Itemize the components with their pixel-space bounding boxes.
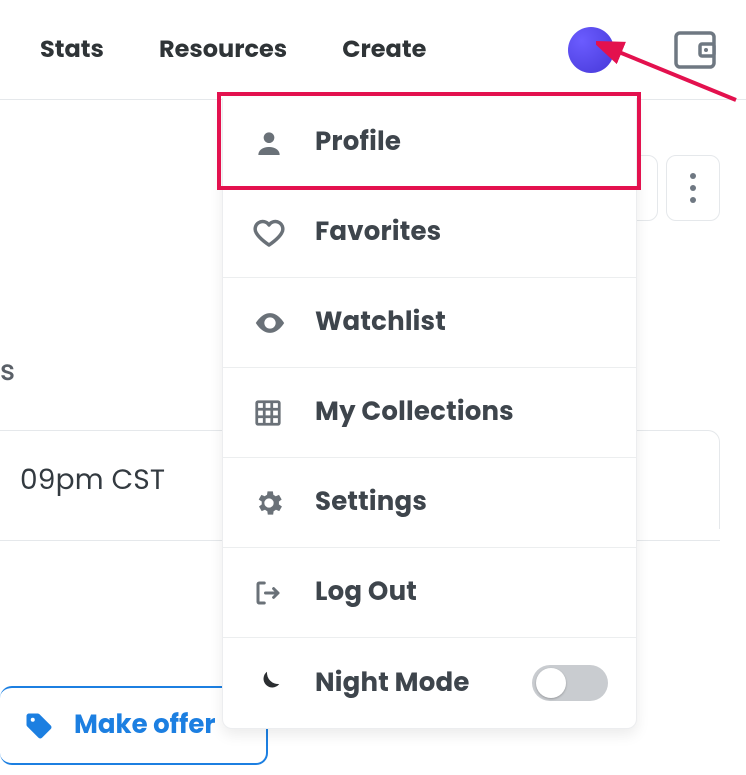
menu-label: Night Mode <box>315 664 470 703</box>
menu-label: My Collections <box>315 393 514 432</box>
profile-icon <box>253 127 315 159</box>
toggle-knob <box>536 668 566 698</box>
avatar[interactable] <box>568 27 614 73</box>
nav-link-resources[interactable]: Resources <box>159 32 287 67</box>
truncated-text: s <box>0 350 15 392</box>
tag-icon <box>24 711 54 741</box>
moon-icon <box>253 668 315 698</box>
eye-icon <box>253 306 315 340</box>
grid-icon <box>253 398 315 428</box>
heart-icon <box>253 217 315 249</box>
menu-item-logout[interactable]: Log Out <box>223 548 636 638</box>
wallet-icon[interactable] <box>674 31 716 69</box>
menu-item-watchlist[interactable]: Watchlist <box>223 278 636 368</box>
make-offer-label: Make offer <box>74 706 216 745</box>
menu-item-collections[interactable]: My Collections <box>223 368 636 458</box>
nav-link-create[interactable]: Create <box>342 32 426 67</box>
menu-label: Profile <box>315 123 401 162</box>
menu-label: Watchlist <box>315 303 446 342</box>
menu-item-profile[interactable]: Profile <box>223 98 636 188</box>
menu-item-night-mode[interactable]: Night Mode <box>223 638 636 728</box>
night-mode-toggle[interactable] <box>532 665 608 701</box>
gear-icon <box>253 487 315 519</box>
menu-label: Settings <box>315 483 427 522</box>
more-box <box>666 155 720 221</box>
nav-right <box>568 27 716 73</box>
menu-item-settings[interactable]: Settings <box>223 458 636 548</box>
menu-label: Log Out <box>315 573 417 612</box>
navbar: Stats Resources Create <box>0 0 746 100</box>
menu-label: Favorites <box>315 213 441 252</box>
menu-item-favorites[interactable]: Favorites <box>223 188 636 278</box>
more-icon[interactable] <box>673 172 713 204</box>
nav-link-stats[interactable]: Stats <box>40 32 104 67</box>
nav-links: Stats Resources Create <box>40 32 426 67</box>
account-dropdown: Profile Favorites Watchlist My Collectio… <box>222 98 637 729</box>
sale-time-text: 09pm CST <box>20 460 165 499</box>
logout-icon <box>253 578 315 608</box>
